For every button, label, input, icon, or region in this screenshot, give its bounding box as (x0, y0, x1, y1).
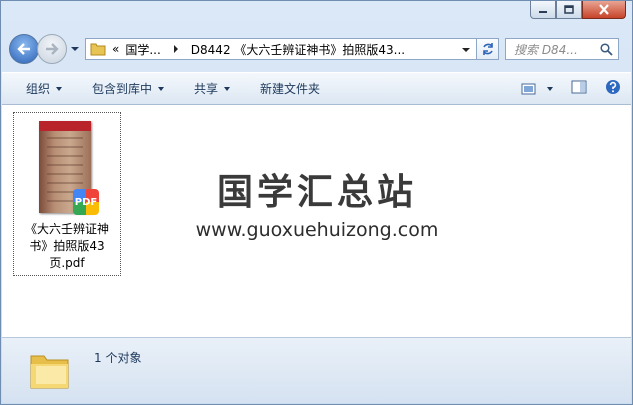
caption-buttons (530, 1, 626, 19)
change-view-button[interactable] (521, 83, 553, 95)
view-icon (521, 83, 536, 94)
preview-pane-icon (571, 80, 587, 94)
folder-icon (90, 43, 106, 56)
address-dropdown-icon[interactable] (462, 47, 470, 53)
organize-label: 组织 (26, 82, 51, 96)
close-icon (599, 4, 609, 15)
file-item-pdf[interactable]: PDF 《大六壬辨证神书》拍照版43页.pdf (13, 112, 121, 276)
share-button[interactable]: 共享 (174, 73, 240, 104)
file-name[interactable]: 《大六壬辨证神书》拍照版43页.pdf (14, 221, 120, 272)
share-label: 共享 (194, 82, 219, 96)
back-button[interactable] (9, 34, 39, 64)
search-icon (600, 43, 613, 56)
new-folder-label: 新建文件夹 (260, 82, 321, 96)
minimize-button[interactable] (530, 1, 556, 19)
chevron-down-icon (158, 86, 165, 91)
chevron-down-icon (547, 86, 553, 91)
refresh-icon (482, 43, 493, 55)
file-list[interactable]: PDF 《大六壬辨证神书》拍照版43页.pdf 国学汇总站 www.guoxue… (2, 105, 631, 337)
item-count: 1 个对象 (94, 351, 142, 365)
breadcrumb-item-guoxue[interactable]: 国学... (125, 41, 160, 58)
organize-button[interactable]: 组织 (2, 73, 72, 104)
watermark-title: 国学汇总站 (216, 172, 417, 213)
chevron-down-icon (56, 86, 63, 91)
thumbnail-header (39, 121, 91, 131)
new-folder-button[interactable]: 新建文件夹 (240, 73, 330, 104)
maximize-icon (564, 5, 574, 14)
include-in-library-button[interactable]: 包含到库中 (72, 73, 174, 104)
arrow-right-icon (46, 43, 59, 55)
arrow-left-icon (17, 43, 30, 55)
watermark-url: www.guoxuehuizong.com (195, 219, 439, 241)
close-button[interactable] (582, 1, 626, 19)
chevron-down-icon (71, 47, 79, 51)
help-button[interactable] (605, 79, 621, 98)
address-row: « 国学... D8442 《大六壬辨证神书》拍照版43... 搜索 D84..… (9, 33, 624, 65)
view-controls (521, 73, 621, 104)
breadcrumb-overflow[interactable]: « (112, 42, 119, 56)
help-icon (606, 80, 620, 94)
search-input[interactable]: 搜索 D84... (505, 38, 619, 60)
folder-large-icon (30, 355, 69, 389)
include-library-label: 包含到库中 (92, 82, 153, 96)
recent-pages-dropdown[interactable] (69, 42, 81, 56)
explorer-window: « 国学... D8442 《大六壬辨证神书》拍照版43... 搜索 D84..… (0, 0, 633, 405)
pdf-file-icon: PDF (73, 189, 99, 215)
breadcrumb-separator-icon[interactable] (173, 45, 179, 53)
details-pane: 1 个对象 (2, 337, 631, 403)
preview-pane-button[interactable] (571, 80, 587, 97)
forward-button[interactable] (37, 34, 67, 64)
maximize-button[interactable] (556, 1, 582, 19)
address-bar[interactable]: « 国学... D8442 《大六壬辨证神书》拍照版43... (85, 38, 477, 60)
chevron-down-icon (224, 86, 231, 91)
minimize-icon (539, 10, 547, 13)
refresh-button[interactable] (477, 38, 499, 60)
search-placeholder: 搜索 D84... (514, 42, 578, 57)
command-bar: 组织 包含到库中 共享 新建文件夹 (2, 72, 631, 105)
watermark: 国学汇总站 www.guoxuehuizong.com (162, 105, 472, 337)
breadcrumb-item-current[interactable]: D8442 《大六壬辨证神书》拍照版43... (191, 41, 405, 58)
